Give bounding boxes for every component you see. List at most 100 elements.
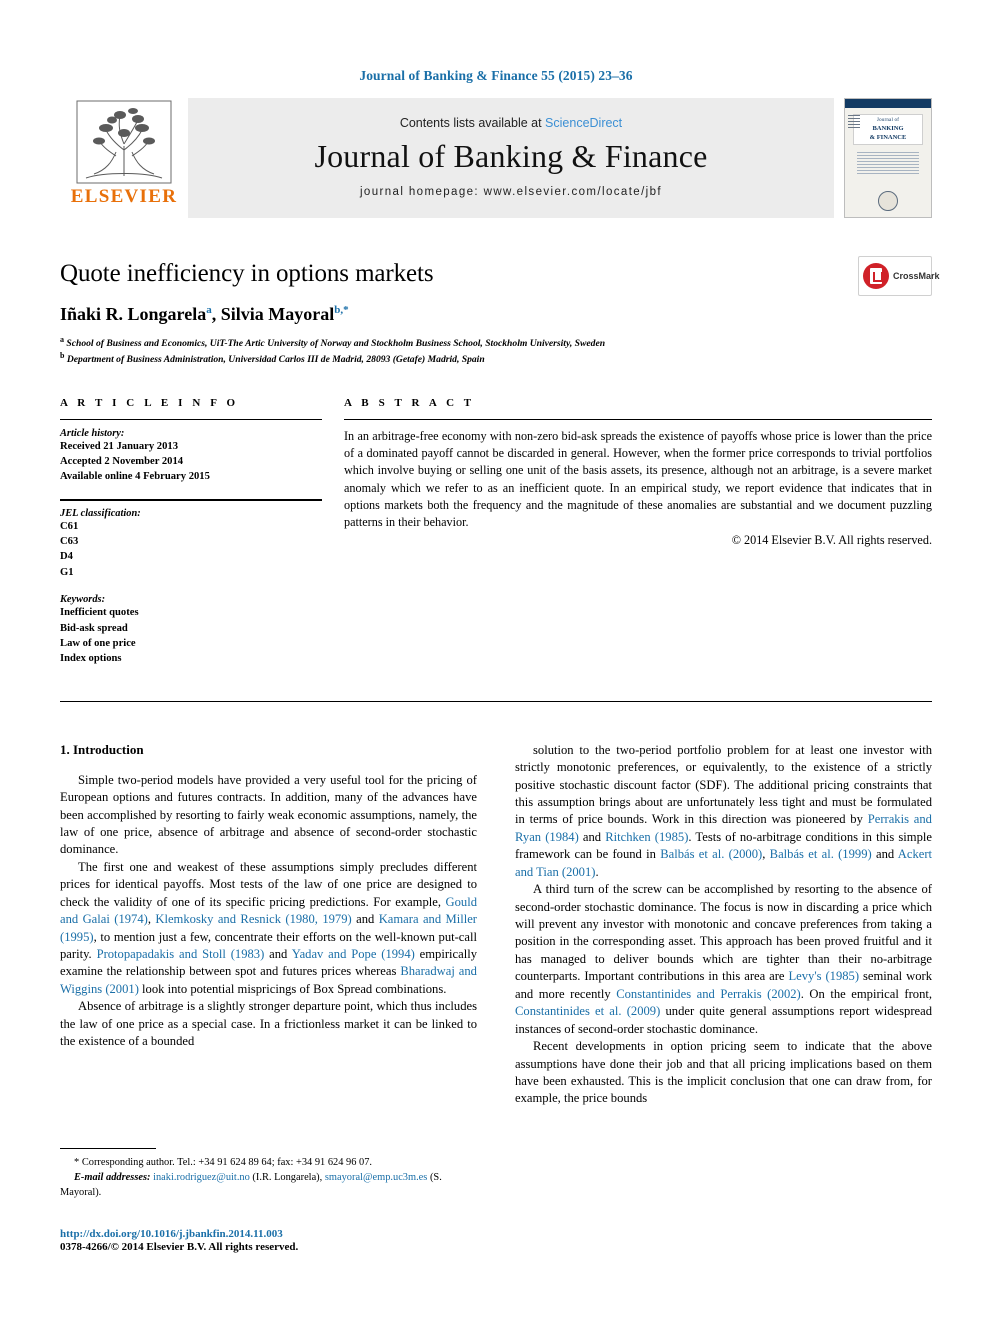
elsevier-wordmark: ELSEVIER bbox=[70, 186, 178, 207]
citation-link[interactable]: Yadav and Pope (1994) bbox=[292, 947, 415, 961]
masthead-center: Contents lists available at ScienceDirec… bbox=[188, 98, 834, 218]
footnote-star-marker: * bbox=[74, 1157, 80, 1168]
abstract-copyright: © 2014 Elsevier B.V. All rights reserved… bbox=[731, 532, 932, 547]
paragraph-with-refs: The first one and weakest of these assum… bbox=[60, 859, 478, 996]
elsevier-logo: ELSEVIER bbox=[60, 98, 188, 218]
sciencedirect-link[interactable]: ScienceDirect bbox=[545, 116, 622, 130]
email-link-1[interactable]: inaki.rodriguez@uit.no bbox=[153, 1172, 250, 1183]
citation-link[interactable]: Constantinides et al. (2009) bbox=[515, 1004, 660, 1018]
abstract-heading: A B S T R A C T bbox=[344, 396, 475, 409]
abstract-column: A B S T R A C T In an arbitrage-free eco… bbox=[344, 397, 932, 667]
email-addresses-note: E-mail addresses: inaki.rodriguez@uit.no… bbox=[60, 1171, 480, 1201]
article-history-label: Article history: bbox=[60, 427, 125, 439]
paragraph-with-refs: A third turn of the screw can be accompl… bbox=[515, 882, 933, 1036]
journal-homepage-link[interactable]: journal homepage: www.elsevier.com/locat… bbox=[360, 186, 662, 198]
journal-title: Journal of Banking & Finance bbox=[314, 138, 708, 175]
cover-seal-icon bbox=[878, 191, 898, 211]
title-block: Quote inefficiency in options markets Iñ… bbox=[60, 256, 940, 367]
abstract-text: In an arbitrage-free economy with non-ze… bbox=[344, 428, 932, 530]
jel-code: C63 bbox=[60, 536, 79, 548]
abstract-rule bbox=[344, 418, 932, 420]
jel-code: D4 bbox=[60, 551, 73, 563]
paragraph-with-refs: solution to the two-period portfolio pro… bbox=[515, 742, 933, 879]
affiliation-a-marker: a bbox=[60, 335, 64, 344]
contents-prefix: Contents lists available at bbox=[399, 116, 546, 131]
jel-rule bbox=[60, 498, 322, 501]
citation-link[interactable]: Ritchken (1985) bbox=[605, 830, 688, 844]
info-abstract-region: A R T I C L E I N F O Article history: R… bbox=[60, 397, 932, 667]
keyword: Bid-ask spread bbox=[60, 622, 128, 634]
cover-line-1: Journal of bbox=[876, 118, 900, 123]
crossmark-label: CrossMark bbox=[893, 271, 940, 281]
affiliation-a-text: School of Business and Economics, UiT-Th… bbox=[66, 338, 606, 350]
right-column: solution to the two-period portfolio pro… bbox=[515, 742, 932, 1108]
page-title: Quote inefficiency in options markets bbox=[60, 260, 434, 287]
crossmark-badge[interactable]: CrossMark bbox=[858, 256, 940, 296]
cover-title-box: Journal of BANKING & FINANCE bbox=[853, 114, 923, 146]
body-columns: 1. Introduction Simple two-period models… bbox=[60, 742, 932, 1108]
jel-classification-block: JEL classification: C61 C63 D4 G1 bbox=[60, 508, 322, 580]
paragraph: Absence of arbitrage is a slightly stron… bbox=[60, 999, 477, 1049]
citation-link[interactable]: Constantinides and Perrakis (2002) bbox=[616, 987, 801, 1001]
cover-top-band bbox=[845, 99, 931, 108]
keyword: Inefficient quotes bbox=[60, 607, 139, 619]
column-gap bbox=[322, 397, 344, 667]
section-divider-rule bbox=[60, 700, 932, 702]
running-head: Journal of Banking & Finance 55 (2015) 2… bbox=[359, 68, 633, 83]
paragraph: Recent developments in option pricing se… bbox=[515, 1039, 932, 1106]
journal-cover-thumbnail: Journal of BANKING & FINANCE bbox=[844, 98, 932, 218]
affiliation-b-text: Department of Business Administration, U… bbox=[66, 354, 485, 366]
affiliation-b: b Department of Business Administration,… bbox=[60, 351, 932, 367]
citation-link[interactable]: Levy's (1985) bbox=[788, 969, 859, 983]
email-link-2[interactable]: smayoral@emp.uc3m.es bbox=[325, 1172, 427, 1183]
citation-link[interactable]: Balbás et al. (2000) bbox=[660, 847, 762, 861]
keyword: Index options bbox=[60, 653, 122, 665]
article-history-received: Received 21 January 2013 bbox=[60, 440, 178, 452]
contents-available-line: Contents lists available at ScienceDirec… bbox=[400, 116, 622, 130]
author-1-affiliation-marker: a bbox=[206, 304, 212, 316]
keyword: Law of one price bbox=[60, 637, 136, 649]
author-list: Iñaki R. Longarelaa, Silvia Mayoralb,* bbox=[60, 304, 349, 324]
paper-page: Journal of Banking & Finance 55 (2015) 2… bbox=[0, 0, 992, 1323]
affiliation-a: a School of Business and Economics, UiT-… bbox=[60, 335, 932, 351]
corresponding-author-note: * Corresponding author. Tel.: +34 91 624… bbox=[60, 1156, 480, 1171]
author-2: Silvia Mayoral bbox=[220, 304, 335, 324]
citation-link[interactable]: Protopapadakis and Stoll (1983) bbox=[97, 947, 265, 961]
jel-code: G1 bbox=[60, 566, 74, 578]
jel-code: C61 bbox=[60, 520, 79, 532]
left-column: 1. Introduction Simple two-period models… bbox=[60, 742, 477, 1108]
corresponding-author-text: Corresponding author. Tel.: +34 91 624 8… bbox=[81, 1157, 372, 1168]
citation-link[interactable]: Perrakis and Ryan (1984) bbox=[515, 812, 932, 843]
article-history-block: Article history: Received 21 January 201… bbox=[60, 428, 322, 485]
email-owner-1: (I.R. Longarela), bbox=[252, 1171, 323, 1183]
article-history-online: Available online 4 February 2015 bbox=[60, 471, 210, 483]
imprint-block: http://dx.doi.org/10.1016/j.jbankfin.201… bbox=[60, 1228, 490, 1253]
affiliation-b-marker: b bbox=[60, 350, 65, 360]
cover-line-3: & FINANCE bbox=[869, 133, 907, 141]
elsevier-tree-icon bbox=[76, 100, 172, 184]
author-2-affiliation-marker: b,* bbox=[334, 304, 349, 316]
doi-link[interactable]: http://dx.doi.org/10.1016/j.jbankfin.201… bbox=[60, 1228, 490, 1240]
keywords-block: Keywords: Inefficient quotes Bid-ask spr… bbox=[60, 594, 322, 666]
citation-link[interactable]: Klemkosky and Resnick (1980, 1979) bbox=[155, 912, 351, 926]
article-history-accepted: Accepted 2 November 2014 bbox=[60, 456, 184, 468]
author-1: Iñaki R. Longarela bbox=[60, 304, 207, 324]
section-title-introduction: 1. Introduction bbox=[60, 741, 144, 757]
keywords-label: Keywords: bbox=[60, 594, 106, 606]
article-info-heading: A R T I C L E I N F O bbox=[60, 396, 239, 409]
footnote-block: * Corresponding author. Tel.: +34 91 624… bbox=[60, 1148, 480, 1200]
cover-line-2: BANKING bbox=[872, 125, 904, 133]
cover-side-marks bbox=[848, 113, 860, 130]
article-info-rule bbox=[60, 418, 322, 420]
crossmark-icon bbox=[863, 263, 889, 289]
citation-link[interactable]: Balbás et al. (1999) bbox=[770, 847, 872, 861]
citation-link[interactable]: Bharadwaj and Wiggins (2001) bbox=[60, 964, 477, 995]
issn-copyright: 0378-4266/© 2014 Elsevier B.V. All right… bbox=[60, 1241, 299, 1253]
article-info-column: A R T I C L E I N F O Article history: R… bbox=[60, 397, 322, 667]
footnote-rule bbox=[60, 1148, 156, 1149]
email-addresses-label: E-mail addresses: bbox=[74, 1171, 151, 1183]
jel-label: JEL classification: bbox=[60, 507, 141, 519]
journal-masthead: ELSEVIER Contents lists available at Sci… bbox=[60, 98, 932, 218]
paragraph: Simple two-period models have provided a… bbox=[60, 772, 477, 857]
